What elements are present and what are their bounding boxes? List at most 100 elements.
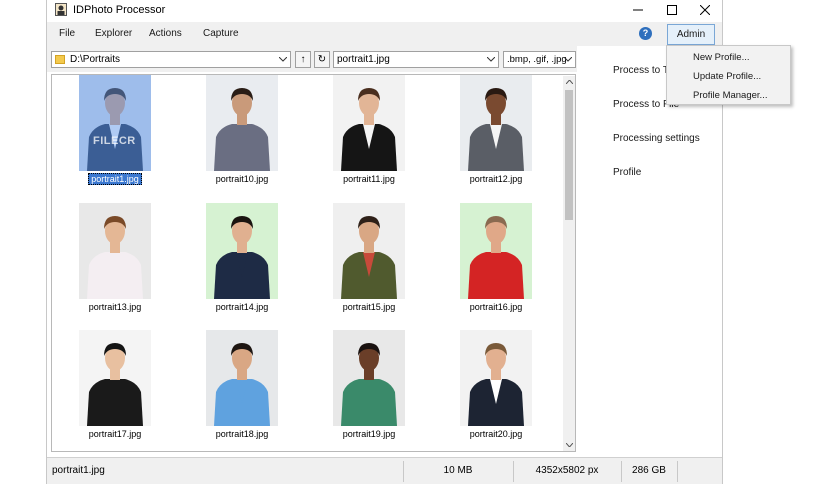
- thumbnail-label: portrait20.jpg: [452, 429, 540, 439]
- chevron-down-icon: [563, 53, 573, 66]
- thumbnail-label: portrait15.jpg: [325, 302, 413, 312]
- status-file-name: portrait1.jpg: [52, 465, 105, 476]
- menu-profile-manager[interactable]: Profile Manager...: [693, 90, 767, 101]
- thumbnail-item[interactable]: portrait18.jpg: [198, 330, 284, 442]
- thumbnail-gallery[interactable]: FILECR portrait1.jpg portrait10.jpg portrai…: [51, 74, 576, 452]
- status-divider: [677, 461, 678, 482]
- folder-up-button[interactable]: ↑: [295, 51, 311, 68]
- person-figure: [468, 216, 524, 299]
- person-figure: [87, 216, 143, 299]
- thumbnail-label: portrait14.jpg: [198, 302, 286, 312]
- refresh-button[interactable]: ↻: [314, 51, 330, 68]
- vertical-scrollbar[interactable]: [563, 76, 575, 451]
- person-figure: [214, 343, 270, 426]
- person-figure: [214, 216, 270, 299]
- thumbnail-filename: portrait10.jpg: [215, 174, 269, 184]
- menu-capture[interactable]: Capture: [203, 28, 239, 39]
- menu-actions[interactable]: Actions: [149, 28, 182, 39]
- person-figure: [468, 343, 524, 426]
- portrait-photo: [333, 330, 405, 426]
- thumbnail-label: portrait16.jpg: [452, 302, 540, 312]
- thumbnail-filename: portrait18.jpg: [215, 429, 269, 439]
- admin-button[interactable]: Admin: [667, 24, 715, 45]
- folder-path-combo[interactable]: D:\Portraits: [51, 51, 291, 68]
- thumbnail-filename: portrait11.jpg: [343, 174, 395, 184]
- person-figure: [468, 88, 524, 171]
- portrait-photo: [333, 75, 405, 171]
- file-name-combo[interactable]: portrait1.jpg: [333, 51, 499, 68]
- portrait-photo: FILECR: [79, 75, 151, 171]
- thumbnail-filename: portrait12.jpg: [469, 174, 523, 184]
- toolbar: D:\Portraits ↑ ↻ portrait1.jpg .bmp, .gi…: [47, 46, 577, 72]
- extension-filter-combo[interactable]: .bmp, .gif, .jpg: [503, 51, 576, 68]
- thumbnail-item[interactable]: portrait20.jpg: [452, 330, 538, 442]
- extension-filter-text: .bmp, .gif, .jpg: [507, 54, 567, 65]
- thumbnail-label: portrait19.jpg: [325, 429, 413, 439]
- scroll-down-icon[interactable]: [563, 439, 575, 451]
- menu-explorer[interactable]: Explorer: [95, 28, 132, 39]
- minimize-icon: [633, 9, 643, 11]
- process-to-t-link[interactable]: Process to T: [613, 65, 669, 76]
- status-dimensions: 4352x5802 px: [535, 465, 599, 476]
- folder-path-text: D:\Portraits: [70, 54, 121, 65]
- close-icon: [700, 5, 710, 15]
- maximize-icon: [667, 5, 677, 15]
- person-figure: [214, 88, 270, 171]
- profile-link[interactable]: Profile: [613, 167, 641, 178]
- thumbnail-filename: portrait16.jpg: [469, 302, 523, 312]
- menu-file[interactable]: File: [59, 28, 75, 39]
- title-bar: IDPhoto Processor: [47, 0, 722, 20]
- menu-update-profile[interactable]: Update Profile...: [693, 71, 761, 82]
- thumbnail-item[interactable]: portrait11.jpg: [325, 75, 411, 187]
- thumbnail-filename: portrait1.jpg: [88, 173, 142, 185]
- thumbnail-item[interactable]: portrait16.jpg: [452, 203, 538, 315]
- file-name-text: portrait1.jpg: [337, 54, 390, 65]
- portrait-photo: [206, 330, 278, 426]
- thumbnail-label: portrait11.jpg: [325, 174, 413, 184]
- person-figure: [341, 343, 397, 426]
- thumbnail-item[interactable]: portrait13.jpg: [71, 203, 157, 315]
- chevron-down-icon: [278, 53, 288, 66]
- portrait-photo: [460, 75, 532, 171]
- portrait-photo: [333, 203, 405, 299]
- help-icon[interactable]: ?: [639, 27, 652, 40]
- chevron-down-icon: [486, 53, 496, 66]
- scroll-up-icon[interactable]: [563, 76, 575, 88]
- thumbnail-filename: portrait14.jpg: [215, 302, 269, 312]
- status-disk-space: 286 GB: [632, 465, 666, 476]
- menu-new-profile[interactable]: New Profile...: [693, 52, 750, 63]
- close-button[interactable]: [688, 0, 722, 20]
- thumbnail-item[interactable]: portrait14.jpg: [198, 203, 284, 315]
- thumbnail-label: portrait18.jpg: [198, 429, 286, 439]
- thumbnail-label: portrait17.jpg: [71, 429, 159, 439]
- person-figure: [341, 216, 397, 299]
- menu-bar: File Explorer Actions Capture ? Admin: [47, 22, 722, 46]
- thumbnail-filename: portrait13.jpg: [88, 302, 142, 312]
- thumbnail-filename: portrait17.jpg: [88, 429, 142, 439]
- folder-icon: [55, 55, 65, 64]
- app-window: IDPhoto Processor File Explorer Actions …: [46, 0, 791, 484]
- window-title: IDPhoto Processor: [73, 4, 166, 16]
- portrait-photo: [79, 203, 151, 299]
- maximize-button[interactable]: [655, 0, 689, 20]
- thumbnail-item[interactable]: FILECR portrait1.jpg: [71, 75, 157, 187]
- thumbnail-item[interactable]: portrait10.jpg: [198, 75, 284, 187]
- app-logo-icon: [55, 3, 67, 16]
- processing-settings-link[interactable]: Processing settings: [613, 133, 700, 144]
- status-bar: portrait1.jpg 10 MB 4352x5802 px 286 GB: [47, 457, 722, 484]
- thumbnail-item[interactable]: portrait12.jpg: [452, 75, 538, 187]
- thumbnail-item[interactable]: portrait19.jpg: [325, 330, 411, 442]
- portrait-photo: [460, 203, 532, 299]
- thumbnail-item[interactable]: portrait15.jpg: [325, 203, 411, 315]
- thumbnail-label: portrait12.jpg: [452, 174, 540, 184]
- minimize-button[interactable]: [621, 0, 655, 20]
- person-figure: [87, 343, 143, 426]
- thumbnail-item[interactable]: portrait17.jpg: [71, 330, 157, 442]
- watermark-text: FILECR: [93, 135, 136, 147]
- portrait-photo: [460, 330, 532, 426]
- thumbnail-label: portrait13.jpg: [71, 302, 159, 312]
- thumbnail-filename: portrait20.jpg: [469, 429, 523, 439]
- thumbnail-filename: portrait15.jpg: [342, 302, 396, 312]
- scrollbar-thumb[interactable]: [565, 90, 573, 220]
- thumbnail-filename: portrait19.jpg: [342, 429, 396, 439]
